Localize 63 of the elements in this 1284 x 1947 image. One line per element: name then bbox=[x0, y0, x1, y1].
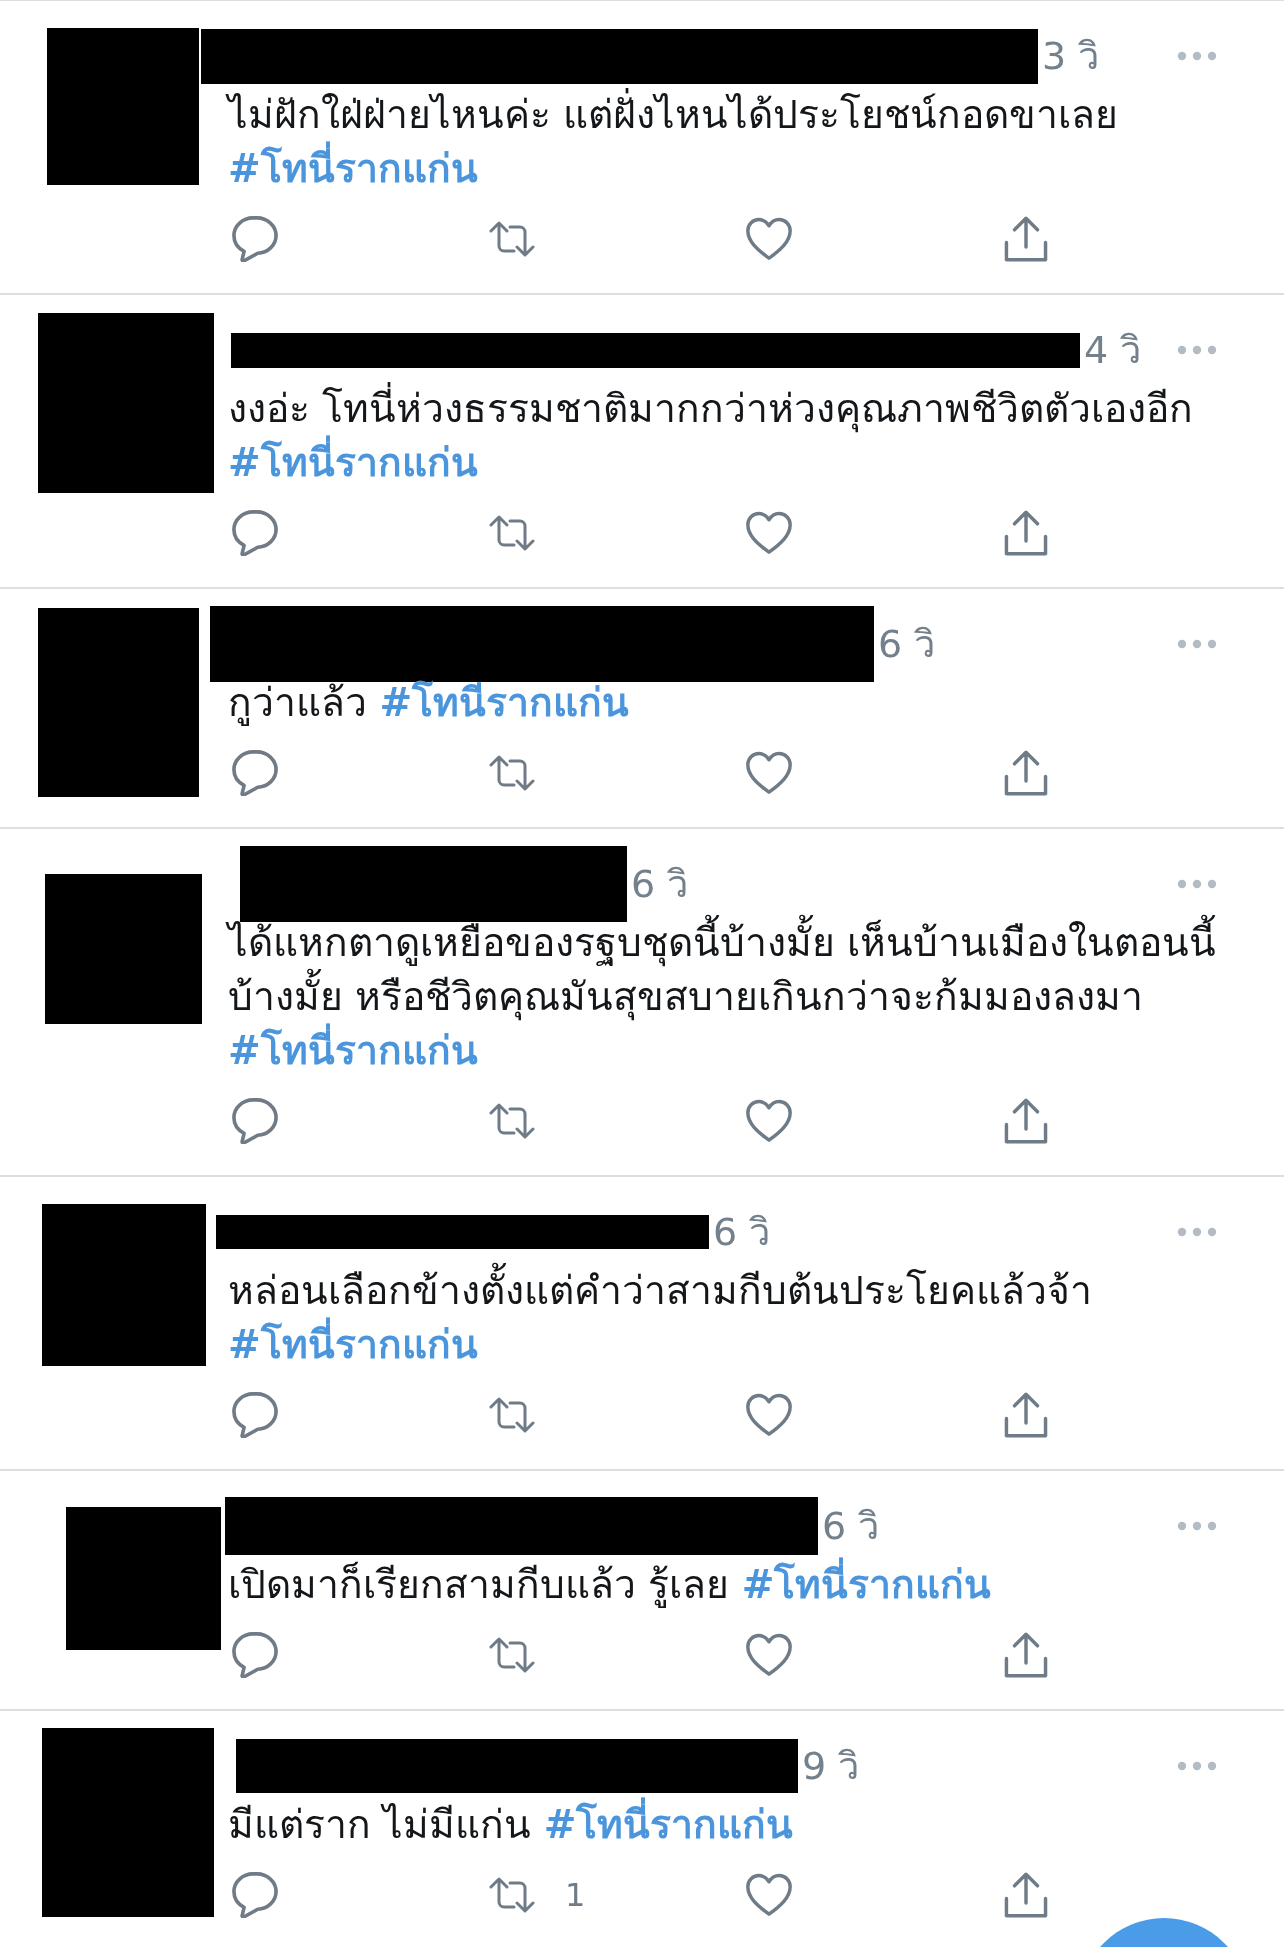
share-icon bbox=[1003, 1392, 1049, 1438]
heart-icon bbox=[746, 510, 792, 556]
speech-bubble-icon bbox=[232, 1098, 278, 1144]
tweet-time: 6 วิ bbox=[713, 1209, 771, 1256]
reply-button[interactable] bbox=[232, 216, 278, 262]
heart-icon bbox=[746, 750, 792, 796]
hashtag-link[interactable]: #โทนี่รากแก่น bbox=[228, 1024, 478, 1078]
share-icon bbox=[1003, 750, 1049, 796]
tweet-time: 6 วิ bbox=[878, 621, 936, 668]
compose-button[interactable] bbox=[1100, 1918, 1228, 1947]
share-icon bbox=[1003, 510, 1049, 556]
tweet-time: 6 วิ bbox=[822, 1503, 880, 1550]
share-icon bbox=[1003, 1872, 1049, 1918]
tweet-time: 4 วิ bbox=[1084, 327, 1142, 374]
reply-button[interactable] bbox=[232, 1098, 278, 1144]
speech-bubble-icon bbox=[232, 1632, 278, 1678]
speech-bubble-icon bbox=[232, 510, 278, 556]
like-button[interactable] bbox=[746, 1098, 792, 1144]
heart-icon bbox=[746, 1392, 792, 1438]
tweet-time: 9 วิ bbox=[802, 1743, 860, 1790]
share-icon bbox=[1003, 216, 1049, 262]
reply-button[interactable] bbox=[232, 510, 278, 556]
like-button[interactable] bbox=[746, 1392, 792, 1438]
tweet-text: เปิดมาก็เรียกสามกีบแล้ว รู้เลย #โทนี่รากแก่น bbox=[228, 1558, 1224, 1612]
share-button[interactable] bbox=[1003, 1632, 1049, 1678]
heart-icon bbox=[746, 1098, 792, 1144]
share-button[interactable] bbox=[1003, 1872, 1049, 1918]
tweet-text: กูว่าแล้ว #โทนีรากแก่น bbox=[228, 676, 1224, 730]
reply-button[interactable] bbox=[232, 1632, 278, 1678]
hashtag-link[interactable]: #โทนี่รากแก่น bbox=[228, 142, 478, 196]
tweet-text: หล่อนเลือกข้างตั้งแต่คำว่าสามกีบต้นประโยคแล้วจ้า #โทนี่รากแก่น bbox=[228, 1264, 1224, 1372]
hashtag-link[interactable]: #โทนี่รากแก่น bbox=[543, 1798, 794, 1852]
hashtag-link[interactable]: #โทนี่รากแก่น bbox=[228, 436, 478, 490]
hashtag-link[interactable]: #โทนีรากแก่น bbox=[379, 676, 630, 730]
reply-button[interactable] bbox=[232, 1872, 278, 1918]
speech-bubble-icon bbox=[232, 216, 278, 262]
heart-icon bbox=[746, 1872, 792, 1918]
reply-button[interactable] bbox=[232, 1392, 278, 1438]
share-icon bbox=[1003, 1632, 1049, 1678]
speech-bubble-icon bbox=[232, 750, 278, 796]
heart-icon bbox=[746, 216, 792, 262]
retweet-button[interactable]: 1 bbox=[489, 1872, 586, 1918]
tweet-time: 3 วิ bbox=[1042, 33, 1100, 80]
tweet-time: 6 วิ bbox=[631, 861, 689, 908]
like-button[interactable] bbox=[746, 510, 792, 556]
share-button[interactable] bbox=[1003, 510, 1049, 556]
reply-button[interactable] bbox=[232, 750, 278, 796]
like-button[interactable] bbox=[746, 1872, 792, 1918]
tweet-text: มีแต่ราก ไม่มีแก่น #โทนี่รากแก่น bbox=[228, 1798, 1224, 1852]
share-button[interactable] bbox=[1003, 750, 1049, 796]
speech-bubble-icon bbox=[232, 1872, 278, 1918]
hashtag-link[interactable]: #โทนี่รากแก่น bbox=[741, 1558, 992, 1612]
share-button[interactable] bbox=[1003, 216, 1049, 262]
tweet-text: งงอ่ะ โทนี่ห่วงธรรมชาติมากกว่าห่วงคุณภาพชีวิตตัวเองอีก #โทนี่รากแก่น bbox=[228, 382, 1224, 490]
speech-bubble-icon bbox=[232, 1392, 278, 1438]
share-icon bbox=[1003, 1098, 1049, 1144]
like-button[interactable] bbox=[746, 1632, 792, 1678]
share-button[interactable] bbox=[1003, 1392, 1049, 1438]
share-button[interactable] bbox=[1003, 1098, 1049, 1144]
hashtag-link[interactable]: #โทนี่รากแก่น bbox=[228, 1318, 478, 1372]
heart-icon bbox=[746, 1632, 792, 1678]
like-button[interactable] bbox=[746, 216, 792, 262]
like-button[interactable] bbox=[746, 750, 792, 796]
